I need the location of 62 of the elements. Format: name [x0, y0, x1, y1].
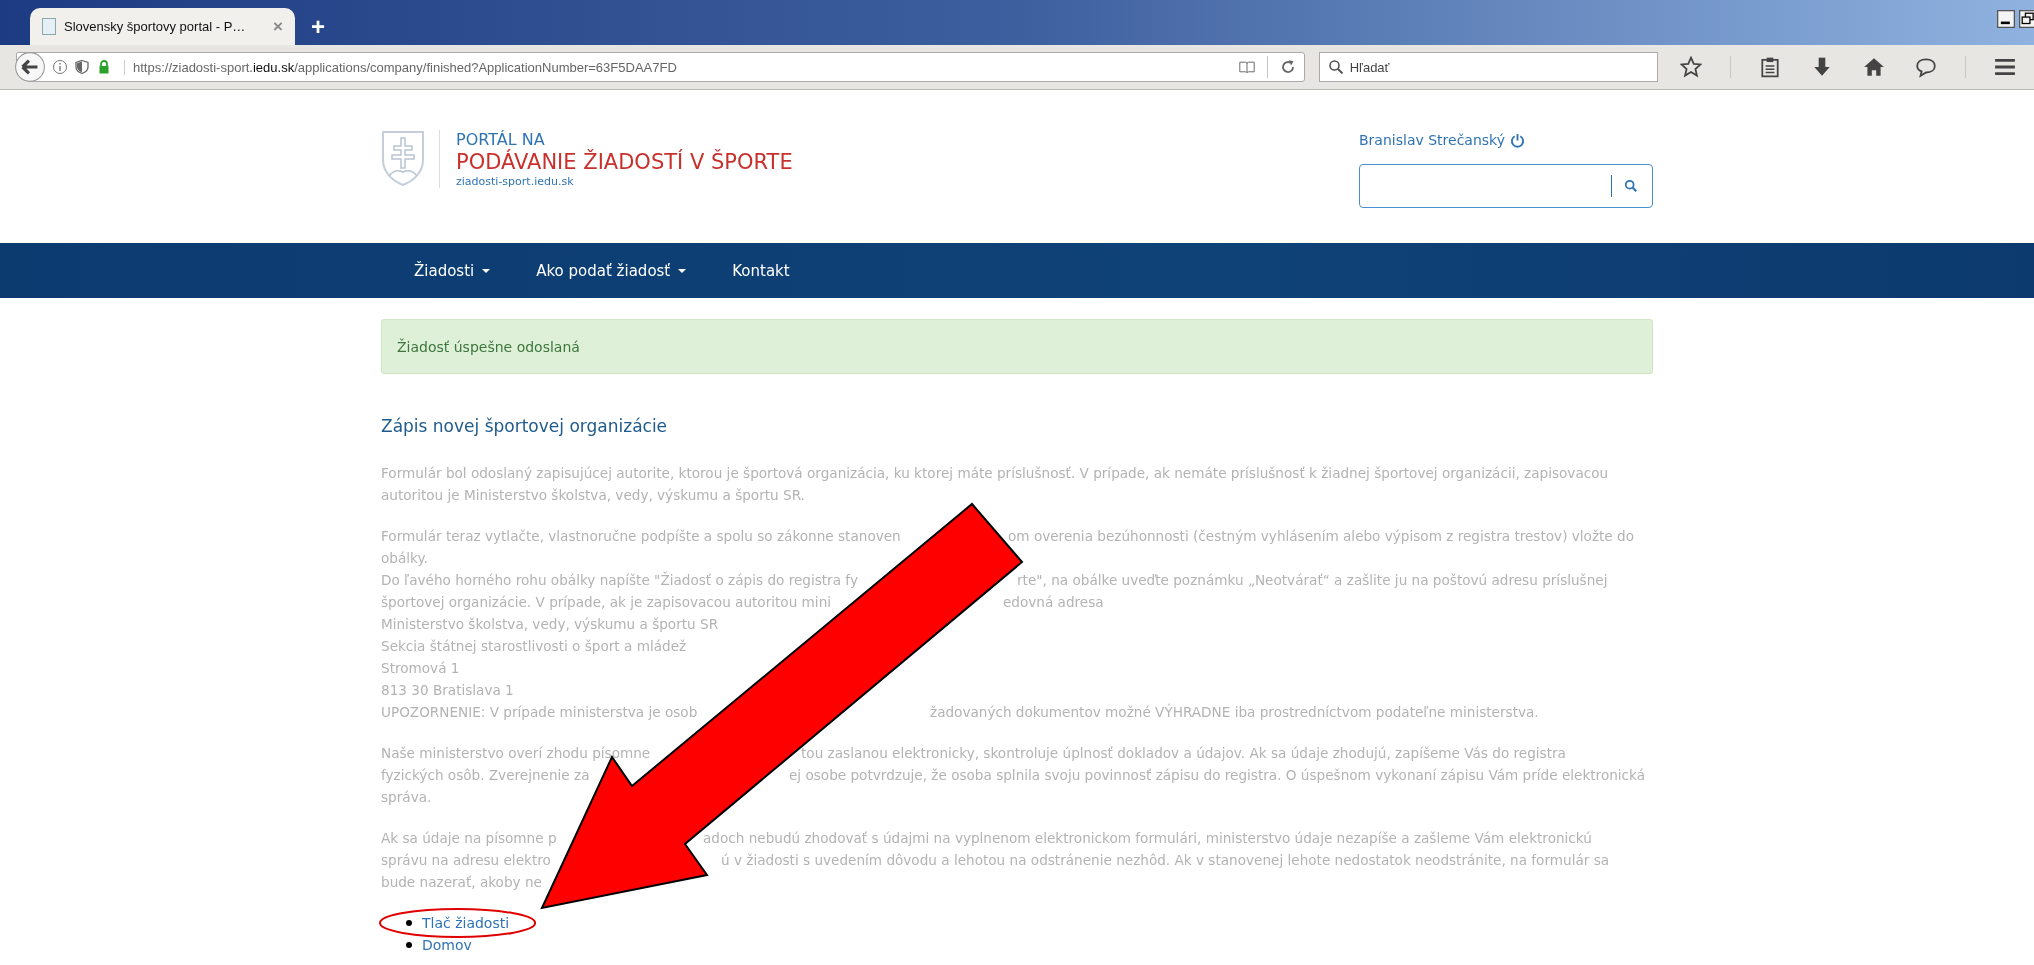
body-text: fyzických osôb. Zverejnenie za: [381, 766, 590, 785]
body-text: 813 30 Bratislava 1: [381, 682, 514, 698]
body-text: ú v žiadosti s uvedením dôvodu a lehotou na odstránenie nezhôd. Ak v stanovenej lehote nedostatok neodstránite, na formulár sa: [721, 851, 1610, 870]
body-text: Do ľavého horného rohu obálky napíšte "Žiadosť o zápis do registra fy: [381, 570, 858, 590]
body-text: Formulár teraz vytlačte, vlastnoručne podpíšte a spolu so zákonne stanoven: [381, 527, 901, 546]
success-alert: Žiadosť úspešne odoslaná: [381, 319, 1653, 374]
portal-subtitle: PORTÁL NA: [456, 130, 546, 149]
body-text: žadovaných dokumentov možné VÝHRADNE iba prostredníctvom podateľne ministerstva.: [930, 702, 1539, 722]
minimize-icon[interactable]: [1996, 10, 2016, 28]
body-text: Ministerstvo školstva, vedy, výskumu a športu SR: [381, 616, 719, 632]
body-text: tou zaslanou elektronicky, skontroluje úplnosť dokladov a údajov. Ak sa údaje zhodujú, zapíšeme Vás do registra: [801, 744, 1566, 763]
body-text: adoch nebudú zhodovať s údajmi na vyplnenom elektronickom formulári, ministerstvo údaje nezapíše a zašleme Vám elektronickú: [703, 829, 1592, 848]
body-text: edovná adresa: [1003, 593, 1104, 612]
back-icon[interactable]: [14, 51, 46, 83]
body-text: Ak sa údaje na písomne p: [381, 829, 557, 848]
portal-url[interactable]: ziadosti-sport.iedu.sk: [456, 175, 793, 188]
restore-icon[interactable]: [2018, 10, 2034, 28]
link[interactable]: Tlač žiadosti: [422, 912, 510, 934]
nav-menu-item[interactable]: Kontakt: [732, 261, 790, 280]
search-field[interactable]: Hľadať: [1318, 52, 1659, 82]
search-icon[interactable]: [1624, 179, 1638, 193]
power-icon[interactable]: [1510, 132, 1525, 148]
body-text: autoritou je Ministerstvo školstva, vedy, výskumu a športu SR.: [381, 487, 805, 503]
user-name-link[interactable]: Branislav Strečanský: [1359, 132, 1505, 148]
body-text: om overenia bezúhonnosti (čestným vyhlásením alebo výpisom z registra trestov) vložte do: [1008, 527, 1634, 546]
body-text: Formulár bol odoslaný zapisujúcej autorite, ktorou je športová organizácia, ku ktorej máte príslušnosť. V prípade, ak nemáte príslušnosť k žiadnej športovej organizácii, zapisovacou: [381, 465, 1609, 481]
menu-icon[interactable]: [1994, 56, 2016, 78]
bullet-icon: [406, 942, 412, 948]
search-icon: [1327, 59, 1344, 75]
body-text: Stromová 1: [381, 660, 460, 676]
search-placeholder: Hľadať: [1349, 59, 1390, 75]
reload-icon[interactable]: [1279, 59, 1296, 75]
body-text: Sekcia štátnej starostlivosti o šport a mládež: [381, 638, 687, 654]
shield-icon[interactable]: [74, 59, 90, 75]
body-text: správa.: [381, 789, 432, 805]
home-icon[interactable]: [1863, 56, 1886, 78]
site-search-field[interactable]: [1359, 164, 1653, 208]
section-title: Zápis novej športovej organizácie: [381, 416, 669, 436]
nav-menu-item[interactable]: Ako podať žiadosť: [536, 261, 687, 280]
book-icon[interactable]: [1238, 59, 1255, 75]
body-text: UPOZORNENIE: V prípade ministerstva je osob: [381, 703, 698, 722]
body-text: bude nazerať, akoby ne: [381, 874, 542, 890]
browser-tab[interactable]: Slovensky športovy portal - P… ×: [30, 8, 295, 45]
emblem-icon: [381, 130, 425, 186]
info-icon[interactable]: [52, 59, 68, 75]
address-bar[interactable]: https://ziadosti-sport.iedu.sk/applications/company/finished?ApplicationNumber=63F5DAA7FD: [16, 52, 1305, 82]
body-text: ej osobe potvrdzuje, že osoba splnila svoju povinnosť zápisu do registra. O úspešnom vykonaní zápisu Vám príde elektronická: [789, 766, 1646, 785]
link[interactable]: Domov: [422, 934, 472, 956]
body-text: správu na adresu elektro: [381, 851, 551, 870]
new-tab-button[interactable]: +: [295, 13, 341, 45]
url-text: https://ziadosti-sport.iedu.sk/applications/company/finished?ApplicationNumber=63F5DAA7FD: [124, 59, 1233, 75]
body-text: športovej organizácie. V prípade, ak je zapisovacou autoritou mini: [381, 593, 832, 612]
bullet-icon: [406, 920, 412, 926]
portal-title: PODÁVANIE ŽIADOSTÍ V ŠPORTE: [456, 149, 793, 175]
chat-icon[interactable]: [1915, 56, 1938, 78]
body-text: obálky.: [381, 550, 428, 566]
page-icon: [42, 18, 56, 35]
body-text: rte", na obálke uveďte poznámku „Neotvárať“ a zašlite ju na poštovú adresu príslušnej: [1017, 571, 1608, 590]
clipboard-icon[interactable]: [1759, 56, 1782, 78]
body-text: Naše ministerstvo overí zhodu písomne: [381, 744, 651, 763]
nav-menu-item[interactable]: Žiadosti: [414, 261, 491, 280]
star-icon[interactable]: [1680, 56, 1703, 78]
